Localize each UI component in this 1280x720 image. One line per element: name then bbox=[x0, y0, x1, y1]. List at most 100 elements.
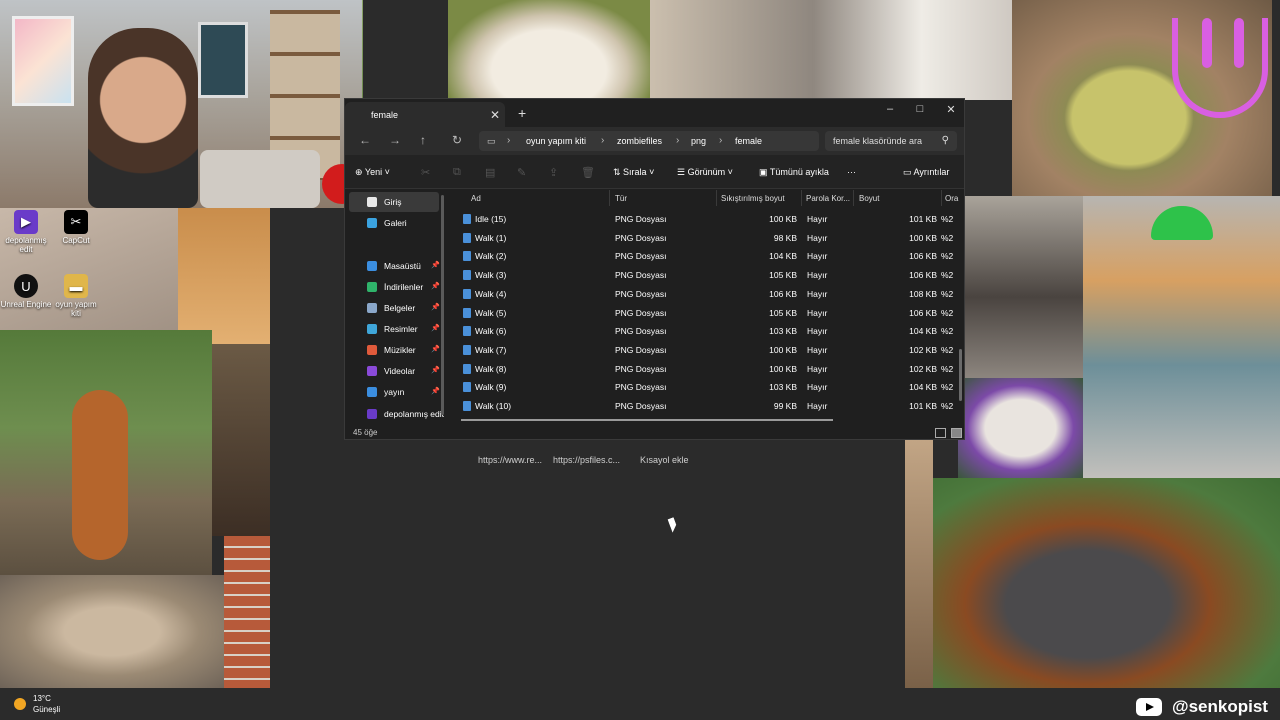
background-photo-wood bbox=[905, 440, 933, 688]
sidebar-item[interactable]: İndirilenler 📌 bbox=[349, 277, 440, 297]
more-options-button[interactable]: ··· bbox=[847, 167, 856, 177]
close-tab-icon[interactable]: ✕ bbox=[490, 108, 500, 122]
up-icon[interactable]: ↑ bbox=[420, 133, 426, 147]
cell-type: PNG Dosyası bbox=[615, 326, 667, 337]
pin-icon: 📌 bbox=[431, 283, 440, 290]
refresh-icon[interactable]: ↻ bbox=[452, 133, 462, 147]
new-tab-icon[interactable]: + bbox=[518, 105, 526, 121]
table-row[interactable]: Walk (6) PNG Dosyası 103 KB Hayır 104 KB %2 bbox=[457, 322, 957, 340]
youtube-icon bbox=[1136, 698, 1162, 716]
shortcut-link[interactable]: https://psfiles.c... bbox=[553, 455, 620, 465]
desktop-icon-capcut[interactable]: ✂ CapCut bbox=[50, 210, 102, 245]
cut-icon: ✂ bbox=[421, 167, 431, 179]
folder-icon bbox=[367, 218, 377, 228]
column-header-compressed-size[interactable]: Sıkıştırılmış boyut bbox=[721, 194, 785, 203]
view-button[interactable]: ☰ Görünüm ˅ bbox=[677, 167, 733, 178]
sidebar-item[interactable]: yayın 📌 bbox=[349, 382, 440, 402]
sidebar-item[interactable]: depolanmış edit bbox=[349, 404, 444, 424]
table-row[interactable]: Walk (4) PNG Dosyası 106 KB Hayır 108 KB %2 bbox=[457, 285, 957, 303]
maximize-button[interactable]: □ bbox=[905, 103, 935, 115]
back-icon[interactable]: ← bbox=[359, 133, 371, 147]
sidebar-item[interactable]: Resimler 📌 bbox=[349, 319, 440, 339]
horizontal-scrollbar[interactable] bbox=[461, 419, 833, 421]
desktop-icon-unreal-engine[interactable]: U Unreal Engine bbox=[0, 274, 52, 309]
sidebar-item-label: Galeri bbox=[384, 218, 407, 228]
this-pc-icon[interactable]: ▭ bbox=[487, 136, 496, 147]
tab-female[interactable]: female ✕ bbox=[345, 102, 505, 127]
png-file-icon bbox=[463, 232, 471, 243]
breadcrumb[interactable]: ▭ › oyun yapım kiti › zombiefiles › png … bbox=[479, 131, 819, 151]
forward-icon[interactable]: → bbox=[389, 133, 401, 147]
search-input[interactable]: female klasöründe ara ⚲ bbox=[825, 131, 957, 151]
folder-icon bbox=[367, 303, 377, 313]
table-row[interactable]: Walk (10) PNG Dosyası 99 KB Hayır 101 KB %2 bbox=[457, 397, 957, 415]
table-row[interactable]: Walk (9) PNG Dosyası 103 KB Hayır 104 KB %2 bbox=[457, 378, 957, 396]
png-file-icon bbox=[463, 326, 471, 337]
title-bar: female ✕ + – □ ✕ bbox=[345, 99, 964, 127]
breadcrumb-item[interactable]: png bbox=[691, 136, 706, 146]
cell-type: PNG Dosyası bbox=[615, 401, 667, 411]
breadcrumb-item[interactable]: oyun yapım kiti bbox=[526, 136, 586, 146]
breadcrumb-item[interactable]: zombiefiles bbox=[617, 136, 662, 146]
cell-compressed: 99 KB bbox=[773, 401, 797, 411]
sort-button[interactable]: ⇅ Sırala ˅ bbox=[613, 167, 654, 178]
breadcrumb-item[interactable]: female bbox=[735, 136, 762, 146]
column-header-size[interactable]: Boyut bbox=[859, 194, 879, 203]
shortcut-link[interactable]: https://www.re... bbox=[478, 455, 542, 465]
folder-icon bbox=[367, 197, 377, 207]
desktop-icon-oyun-yapim-kiti[interactable]: ▬ oyun yapım kiti bbox=[50, 274, 102, 318]
column-header-type[interactable]: Tür bbox=[615, 194, 627, 203]
minimize-button[interactable]: – bbox=[875, 103, 905, 115]
cell-protected: Hayır bbox=[807, 382, 828, 393]
cell-compressed: 100 KB bbox=[769, 214, 797, 224]
webcam-overlay bbox=[0, 0, 362, 208]
sidebar-item-label: Resimler bbox=[384, 324, 418, 334]
close-button[interactable]: ✕ bbox=[936, 103, 966, 116]
png-file-icon bbox=[463, 251, 471, 262]
table-row[interactable]: Walk (7) PNG Dosyası 100 KB Hayır 102 KB %2 bbox=[457, 341, 957, 359]
details-view-icon[interactable] bbox=[935, 428, 946, 438]
table-row[interactable]: Walk (8) PNG Dosyası 100 KB Hayır 102 KB %2 bbox=[457, 360, 957, 378]
png-file-icon bbox=[463, 214, 471, 224]
large-icons-view-icon[interactable] bbox=[951, 428, 962, 438]
table-row[interactable]: Walk (3) PNG Dosyası 105 KB Hayır 106 KB %2 bbox=[457, 266, 957, 284]
cell-name: Walk (2) bbox=[475, 251, 507, 262]
sidebar-item[interactable]: Giriş bbox=[349, 192, 439, 212]
vertical-scrollbar[interactable] bbox=[959, 349, 962, 401]
sidebar-item-label: Masaüstü bbox=[384, 261, 421, 271]
table-row[interactable]: Walk (1) PNG Dosyası 98 KB Hayır 100 KB %2 bbox=[457, 229, 957, 247]
sidebar-scrollbar[interactable] bbox=[441, 195, 444, 415]
background-photo-monkey bbox=[0, 575, 224, 688]
cell-size: 104 KB bbox=[909, 326, 937, 337]
cell-ratio: %2 bbox=[941, 344, 954, 355]
background-photo-squirrel bbox=[0, 330, 212, 575]
cell-name: Walk (6) bbox=[475, 326, 507, 337]
png-file-icon bbox=[463, 344, 471, 355]
sidebar-item[interactable]: Belgeler 📌 bbox=[349, 298, 440, 318]
sidebar-item[interactable]: Galeri bbox=[349, 213, 439, 233]
desktop-icon-depolanmis-edit[interactable]: ▶ depolanmış edit bbox=[0, 210, 52, 254]
cell-type: PNG Dosyası bbox=[615, 270, 667, 281]
folder-icon bbox=[367, 345, 377, 355]
new-button[interactable]: ⊕ Yeni ˅ bbox=[355, 167, 390, 178]
cell-protected: Hayır bbox=[807, 401, 828, 411]
details-pane-button[interactable]: ▭ Ayrıntılar bbox=[903, 167, 949, 178]
folder-icon bbox=[367, 409, 377, 419]
extract-all-button[interactable]: ▣ Tümünü ayıkla bbox=[759, 167, 829, 178]
background-photo-bulldog bbox=[958, 378, 1083, 478]
add-shortcut-link[interactable]: Kısayol ekle bbox=[640, 455, 689, 465]
table-row[interactable]: Idle (15) PNG Dosyası 100 KB Hayır 101 KB %2 bbox=[457, 210, 957, 228]
column-header-password-protected[interactable]: Parola Kor... bbox=[806, 194, 850, 203]
sun-icon bbox=[14, 698, 26, 710]
cell-protected: Hayır bbox=[807, 214, 828, 224]
column-header-name[interactable]: Ad bbox=[471, 194, 481, 203]
sidebar-item-label: Belgeler bbox=[384, 303, 416, 313]
cell-size: 102 KB bbox=[909, 344, 937, 355]
table-row[interactable]: Walk (2) PNG Dosyası 104 KB Hayır 106 KB %2 bbox=[457, 247, 957, 265]
sidebar-item[interactable]: Videolar 📌 bbox=[349, 361, 440, 381]
sidebar-item[interactable]: Masaüstü 📌 bbox=[349, 256, 440, 276]
sidebar-item[interactable]: Müzikler 📌 bbox=[349, 340, 440, 360]
background-photo-brick bbox=[224, 536, 270, 688]
column-header-ratio[interactable]: Ora bbox=[945, 194, 958, 203]
table-row[interactable]: Walk (5) PNG Dosyası 105 KB Hayır 106 KB %2 bbox=[457, 304, 957, 322]
